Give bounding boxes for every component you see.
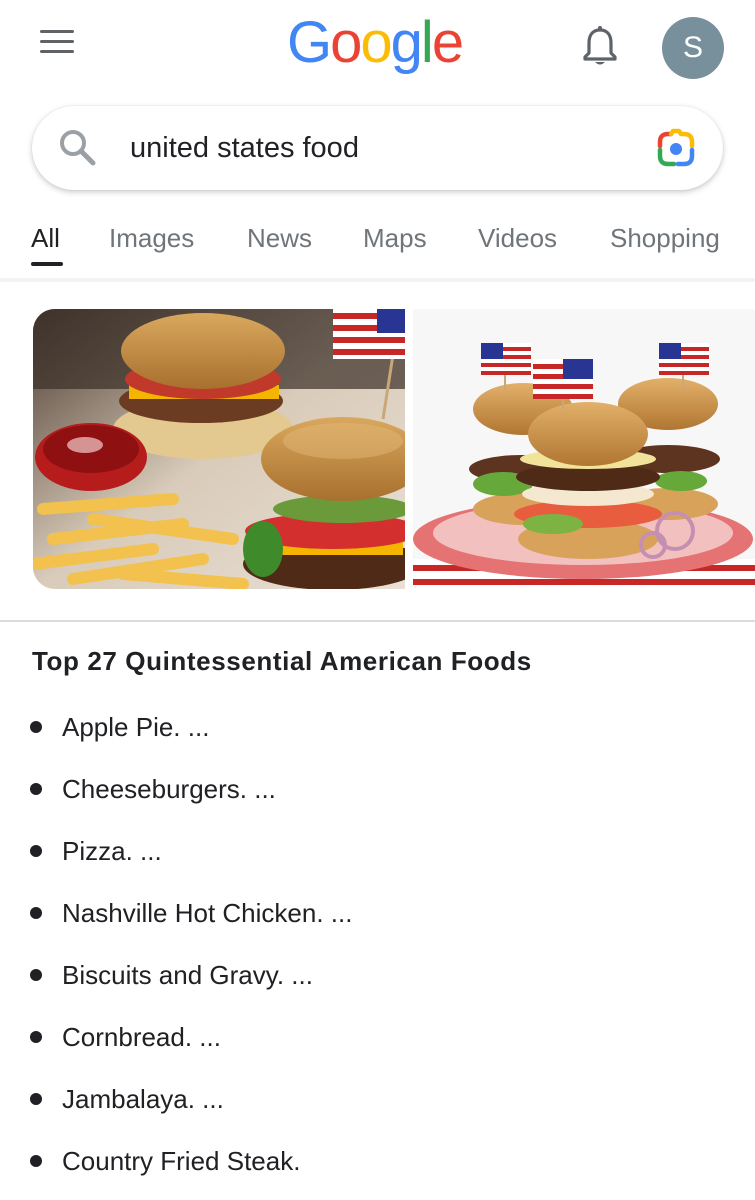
bullet-icon: [30, 845, 42, 857]
logo-letter: G: [287, 10, 332, 75]
top-bar: Google S: [0, 0, 755, 95]
menu-line: [40, 30, 74, 33]
list-item: Country Fried Steak.: [0, 1130, 755, 1192]
list-item-label: Cheeseburgers. ...: [62, 774, 276, 804]
search-input[interactable]: united states food: [130, 106, 359, 190]
search-tabs: All Images News Maps Videos Shopping: [0, 212, 755, 282]
search-icon[interactable]: [56, 126, 100, 170]
image-results: [0, 309, 755, 591]
list-item: Biscuits and Gravy. ...: [0, 944, 755, 1006]
tab-images[interactable]: Images: [109, 222, 194, 254]
bullet-icon: [30, 969, 42, 981]
bullet-icon: [30, 907, 42, 919]
logo-letter: l: [420, 10, 434, 75]
burger-stack-image[interactable]: [413, 309, 755, 589]
tab-videos[interactable]: Videos: [478, 222, 557, 254]
logo-letter: o: [330, 10, 362, 75]
list-item-label: Biscuits and Gravy. ...: [62, 960, 313, 990]
list-item: Nashville Hot Chicken. ...: [0, 882, 755, 944]
tab-shopping[interactable]: Shopping: [610, 222, 720, 254]
tab-news[interactable]: News: [247, 222, 312, 254]
tab-all[interactable]: All: [31, 222, 60, 254]
list-item: Cornbread. ...: [0, 1006, 755, 1068]
tab-maps[interactable]: Maps: [363, 222, 427, 254]
featured-snippet-list: Apple Pie. ... Cheeseburgers. ... Pizza.…: [0, 696, 755, 1192]
featured-snippet-title[interactable]: Top 27 Quintessential American Foods: [32, 646, 532, 677]
list-item: Cheeseburgers. ...: [0, 758, 755, 820]
google-lens-camera-icon[interactable]: [654, 126, 698, 170]
bullet-icon: [30, 721, 42, 733]
bullet-icon: [30, 1093, 42, 1105]
logo-letter: o: [360, 10, 392, 75]
list-item: Jambalaya. ...: [0, 1068, 755, 1130]
bullet-icon: [30, 1031, 42, 1043]
search-box[interactable]: united states food: [32, 106, 723, 190]
hamburger-menu-icon[interactable]: [38, 28, 78, 56]
burger-fries-image[interactable]: [33, 309, 405, 589]
list-item-label: Nashville Hot Chicken. ...: [62, 898, 353, 928]
bullet-icon: [30, 1155, 42, 1167]
logo-letter: g: [390, 10, 423, 75]
list-item-label: Apple Pie. ...: [62, 712, 210, 742]
list-item-label: Jambalaya. ...: [62, 1084, 224, 1114]
menu-line: [40, 40, 74, 43]
avatar-initial: S: [682, 31, 703, 64]
google-logo[interactable]: Google: [287, 8, 464, 78]
avatar[interactable]: S: [662, 17, 724, 79]
menu-line: [40, 50, 74, 53]
list-item-label: Cornbread. ...: [62, 1022, 221, 1052]
list-item: Apple Pie. ...: [0, 696, 755, 758]
bullet-icon: [30, 783, 42, 795]
list-item-label: Country Fried Steak.: [62, 1146, 301, 1176]
logo-letter: e: [431, 10, 464, 75]
list-item-label: Pizza. ...: [62, 836, 162, 866]
section-divider: [0, 620, 755, 622]
list-item: Pizza. ...: [0, 820, 755, 882]
bell-icon[interactable]: [580, 24, 620, 68]
active-tab-indicator: [31, 262, 63, 266]
